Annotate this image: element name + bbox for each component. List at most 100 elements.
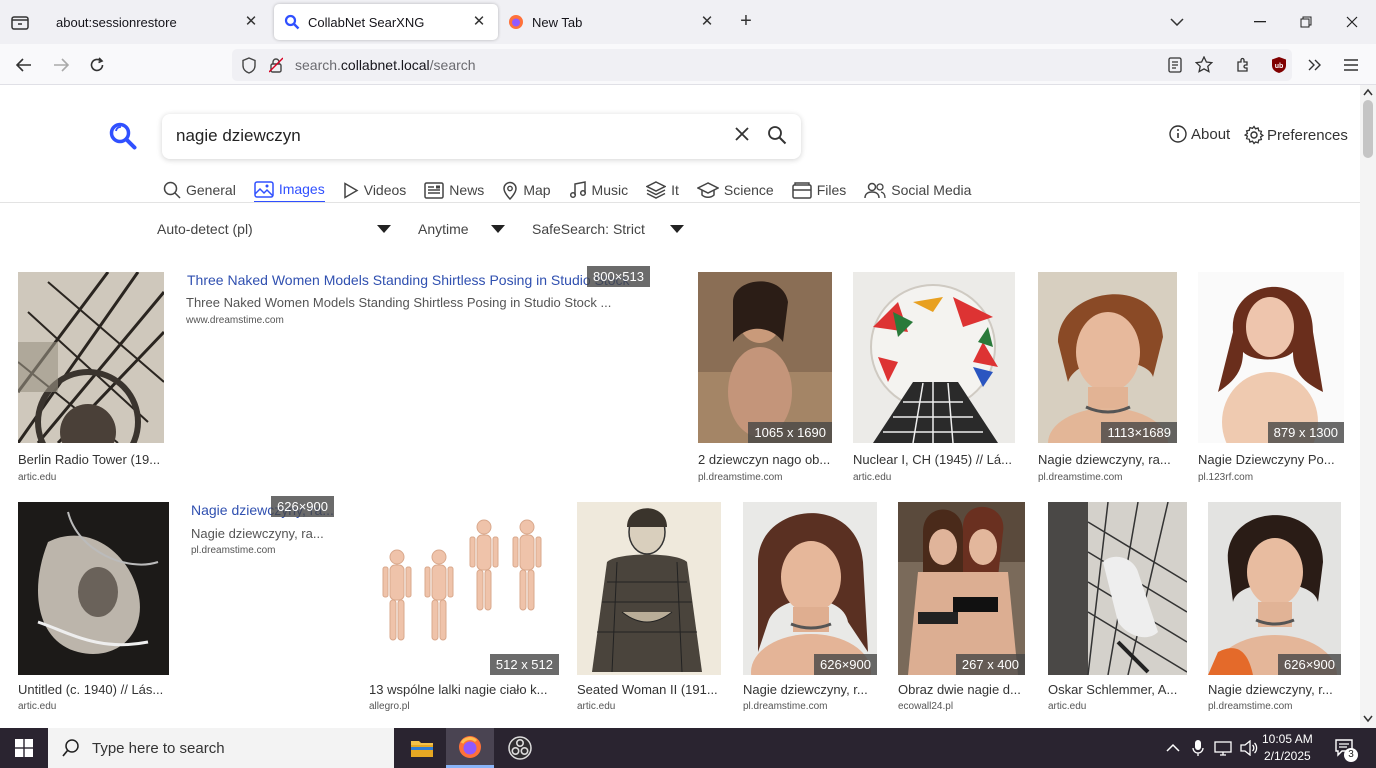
back-arrow-icon[interactable] — [11, 52, 37, 78]
obs-studio-icon[interactable] — [496, 728, 544, 768]
tab-collabnet-searxng[interactable]: CollabNet SearXNG ✕ — [274, 4, 498, 40]
image-icon — [254, 180, 274, 198]
microphone-icon[interactable] — [1192, 739, 1204, 757]
tab-music[interactable]: Music — [569, 177, 628, 203]
result-image[interactable] — [18, 272, 164, 443]
result-caption[interactable]: Nagie dziewczyny, r... — [1208, 682, 1343, 697]
close-tab-icon[interactable]: ✕ — [242, 13, 260, 31]
tab-files[interactable]: Files — [791, 177, 846, 203]
extensions-puzzle-icon[interactable] — [1230, 52, 1256, 78]
tab-map[interactable]: Map — [502, 177, 551, 203]
reload-icon[interactable] — [84, 52, 110, 78]
result-caption[interactable]: Nuclear I, CH (1945) // Lá... — [853, 452, 1019, 467]
firefox-taskbar-icon[interactable] — [446, 728, 494, 768]
about-link[interactable]: About — [1169, 125, 1230, 143]
tab-new-tab[interactable]: New Tab ✕ — [500, 4, 726, 40]
tab-social-media[interactable]: Social Media — [864, 177, 971, 203]
bookmark-star-icon[interactable] — [1195, 56, 1213, 73]
url-bar[interactable]: search.collabnet.local/search — [232, 49, 1292, 81]
language-select[interactable]: Auto-detect (pl) — [157, 221, 253, 237]
time-range-select[interactable]: Anytime — [418, 221, 469, 237]
shield-icon[interactable] — [241, 57, 257, 74]
chevron-down-icon[interactable] — [491, 225, 505, 233]
result-image[interactable]: 1065 x 1690 — [698, 272, 832, 443]
url-text[interactable]: search.collabnet.local/search — [295, 57, 476, 73]
result-caption[interactable]: Berlin Radio Tower (19... — [18, 452, 168, 467]
tab-science[interactable]: Science — [696, 177, 774, 203]
search-input[interactable] — [176, 126, 716, 146]
chevron-down-icon[interactable] — [1162, 8, 1192, 36]
taskbar-clock[interactable]: 10:05 AM 2/1/2025 — [1262, 731, 1313, 765]
result-source: pl.dreamstime.com — [191, 545, 276, 556]
clear-search-icon[interactable] — [734, 126, 750, 147]
tab-strip: about:sessionrestore ✕ CollabNet SearXNG… — [0, 0, 1376, 44]
scroll-down-icon[interactable] — [1363, 715, 1373, 723]
result-source: artic.edu — [577, 701, 616, 712]
result-description: Three Naked Women Models Standing Shirtl… — [186, 295, 612, 310]
reader-view-icon[interactable] — [1168, 57, 1182, 73]
result-caption[interactable]: Nagie Dziewczyny Po... — [1198, 452, 1338, 467]
people-icon — [864, 182, 886, 198]
minimize-button[interactable] — [1245, 8, 1275, 36]
tab-videos[interactable]: Videos — [343, 177, 406, 203]
tab-general[interactable]: General — [163, 177, 236, 203]
page-scrollbar[interactable] — [1360, 85, 1376, 728]
taskbar-search-placeholder: Type here to search — [92, 739, 225, 757]
hamburger-menu-icon[interactable] — [1338, 52, 1364, 78]
windows-start-icon[interactable] — [0, 728, 48, 768]
network-icon[interactable] — [1214, 740, 1232, 756]
image-size-badge: 512 x 512 — [489, 654, 559, 675]
result-caption[interactable]: 2 dziewczyn nago ob... — [698, 452, 838, 467]
result-caption[interactable]: Untitled (c. 1940) // Lás... — [18, 682, 173, 697]
volume-icon[interactable] — [1240, 740, 1258, 756]
close-tab-icon[interactable]: ✕ — [698, 13, 716, 31]
result-caption[interactable]: Nagie dziewczyny, ra... — [1038, 452, 1178, 467]
safesearch-select[interactable]: SafeSearch: Strict — [532, 221, 645, 237]
result-image[interactable] — [1048, 502, 1187, 675]
tab-sessionrestore[interactable]: about:sessionrestore ✕ — [44, 4, 270, 40]
result-caption[interactable]: Seated Woman II (191... — [577, 682, 723, 697]
tab-images[interactable]: Images — [253, 177, 325, 203]
taskbar-search-box[interactable]: Type here to search — [48, 728, 394, 768]
result-caption[interactable]: Nagie dziewczyny, r... — [743, 682, 877, 697]
searxng-logo-icon[interactable] — [108, 121, 138, 156]
new-tab-button[interactable]: + — [736, 10, 756, 33]
chevron-up-icon[interactable] — [1166, 743, 1180, 753]
result-image[interactable] — [577, 502, 721, 675]
tab-title: New Tab — [532, 14, 583, 30]
chevron-down-icon[interactable] — [670, 225, 684, 233]
result-image[interactable]: 267 x 400 — [898, 502, 1025, 675]
result-caption[interactable]: Oskar Schlemmer, A... — [1048, 682, 1187, 697]
scroll-up-icon[interactable] — [1363, 88, 1373, 96]
result-image[interactable]: 512 x 512 — [369, 502, 559, 675]
result-caption[interactable]: Obraz dwie nagie d... — [898, 682, 1028, 697]
restore-button[interactable] — [1291, 8, 1321, 36]
result-source: allegro.pl — [369, 701, 410, 712]
forward-arrow-icon[interactable] — [48, 52, 74, 78]
tab-it[interactable]: It — [646, 177, 679, 203]
lock-warning-icon[interactable] — [269, 57, 283, 73]
notification-center-icon[interactable]: 3 — [1334, 728, 1358, 768]
preferences-link[interactable]: Preferences — [1244, 125, 1348, 145]
scrollbar-thumb[interactable] — [1363, 100, 1373, 158]
result-image[interactable]: 879 x 1300 — [1198, 272, 1344, 443]
result-caption[interactable]: 13 wspólne lalki nagie ciało k... — [369, 682, 554, 697]
ublock-origin-icon[interactable]: ub — [1266, 52, 1292, 78]
result-image[interactable]: 1113×1689 — [1038, 272, 1177, 443]
overflow-chevron-icon[interactable] — [1302, 52, 1328, 78]
result-link[interactable]: Three Naked Women Models Standing Shirtl… — [187, 272, 630, 288]
result-image[interactable] — [18, 502, 169, 675]
tab-label: It — [671, 182, 679, 198]
tab-label: Social Media — [891, 182, 972, 198]
search-icon — [163, 181, 181, 199]
result-image[interactable]: 626×900 — [743, 502, 877, 675]
close-tab-icon[interactable]: ✕ — [470, 13, 488, 31]
close-window-button[interactable] — [1337, 8, 1367, 36]
chevron-down-icon[interactable] — [377, 225, 391, 233]
file-explorer-icon[interactable] — [398, 728, 446, 768]
result-image[interactable]: 626×900 — [1208, 502, 1341, 675]
search-submit-icon[interactable] — [767, 125, 787, 150]
result-image[interactable] — [853, 272, 1015, 443]
tab-news[interactable]: News — [424, 177, 484, 203]
tab-list-icon[interactable] — [8, 10, 32, 34]
